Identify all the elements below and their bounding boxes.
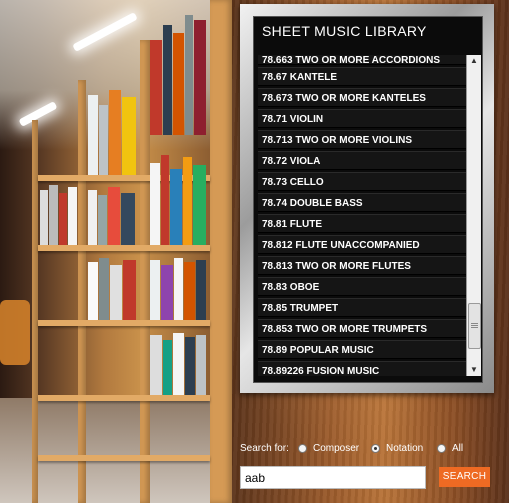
radio-notation[interactable]: Notation bbox=[371, 443, 423, 454]
list-item[interactable]: 78.663 TWO OR MORE ACCORDIONS bbox=[258, 55, 466, 66]
radio-button[interactable] bbox=[371, 444, 380, 453]
shelf-upright bbox=[210, 0, 232, 503]
books-row bbox=[88, 80, 138, 175]
shelf-upright bbox=[78, 80, 86, 503]
library-title: SHEET MUSIC LIBRARY bbox=[262, 23, 427, 39]
category-list[interactable]: 78.663 TWO OR MORE ACCORDIONS 78.67 KANTE… bbox=[258, 55, 466, 376]
list-item[interactable]: 78.81 FLUTE bbox=[258, 214, 466, 233]
radio-button[interactable] bbox=[298, 444, 307, 453]
list-item[interactable]: 78.813 TWO OR MORE FLUTES bbox=[258, 256, 466, 275]
list-item[interactable]: 78.89226 FUSION MUSIC bbox=[258, 361, 466, 376]
books-row bbox=[150, 150, 208, 245]
radio-all[interactable]: All bbox=[437, 443, 463, 454]
list-item[interactable]: 78.72 VIOLA bbox=[258, 151, 466, 170]
books-row bbox=[88, 255, 138, 320]
list-item[interactable]: 78.673 TWO OR MORE KANTELES bbox=[258, 88, 466, 107]
radio-label: Notation bbox=[386, 443, 424, 454]
list-item[interactable]: 78.67 KANTELE bbox=[258, 67, 466, 86]
shelf-board bbox=[38, 395, 210, 401]
bookshelf bbox=[32, 0, 232, 503]
shelf-board bbox=[38, 455, 210, 461]
shelf-board bbox=[38, 245, 210, 251]
list-item[interactable]: 78.74 DOUBLE BASS bbox=[258, 193, 466, 212]
list-item[interactable]: 78.853 TWO OR MORE TRUMPETS bbox=[258, 319, 466, 338]
scrollbar-thumb[interactable] bbox=[468, 303, 481, 349]
list-item[interactable]: 78.812 FLUTE UNACCOMPANIED bbox=[258, 235, 466, 254]
list-item[interactable]: 78.89 POPULAR MUSIC bbox=[258, 340, 466, 359]
library-panel: SHEET MUSIC LIBRARY 78.663 TWO OR MORE A… bbox=[253, 16, 483, 383]
search-for-label: Search for: bbox=[240, 443, 289, 454]
books-row bbox=[150, 330, 208, 395]
radio-button[interactable] bbox=[437, 444, 446, 453]
list-item[interactable]: 78.85 TRUMPET bbox=[258, 298, 466, 317]
list-item[interactable]: 78.713 TWO OR MORE VIOLINS bbox=[258, 130, 466, 149]
books-row bbox=[40, 180, 78, 245]
radio-label: Composer bbox=[313, 443, 360, 454]
radio-composer[interactable]: Composer bbox=[298, 443, 359, 454]
books-row bbox=[150, 255, 208, 320]
radio-label: All bbox=[452, 443, 464, 454]
list-item[interactable]: 78.83 OBOE bbox=[258, 277, 466, 296]
shelf-board bbox=[38, 320, 210, 326]
scroll-up-arrow-icon[interactable]: ▲ bbox=[467, 55, 481, 67]
list-item[interactable]: 78.71 VIOLIN bbox=[258, 109, 466, 128]
list-item[interactable]: 78.73 CELLO bbox=[258, 172, 466, 191]
library-frame: SHEET MUSIC LIBRARY 78.663 TWO OR MORE A… bbox=[240, 4, 494, 393]
chair bbox=[0, 300, 30, 365]
books-row bbox=[88, 185, 138, 245]
books-row bbox=[150, 10, 208, 135]
shelf-upright bbox=[140, 40, 150, 503]
search-input[interactable] bbox=[240, 466, 426, 489]
search-button[interactable]: SEARCH bbox=[439, 467, 490, 487]
list-scrollbar[interactable]: ▲ ▼ bbox=[466, 55, 481, 376]
library-bookshelf-photo bbox=[0, 0, 232, 503]
scroll-down-arrow-icon[interactable]: ▼ bbox=[467, 364, 481, 376]
